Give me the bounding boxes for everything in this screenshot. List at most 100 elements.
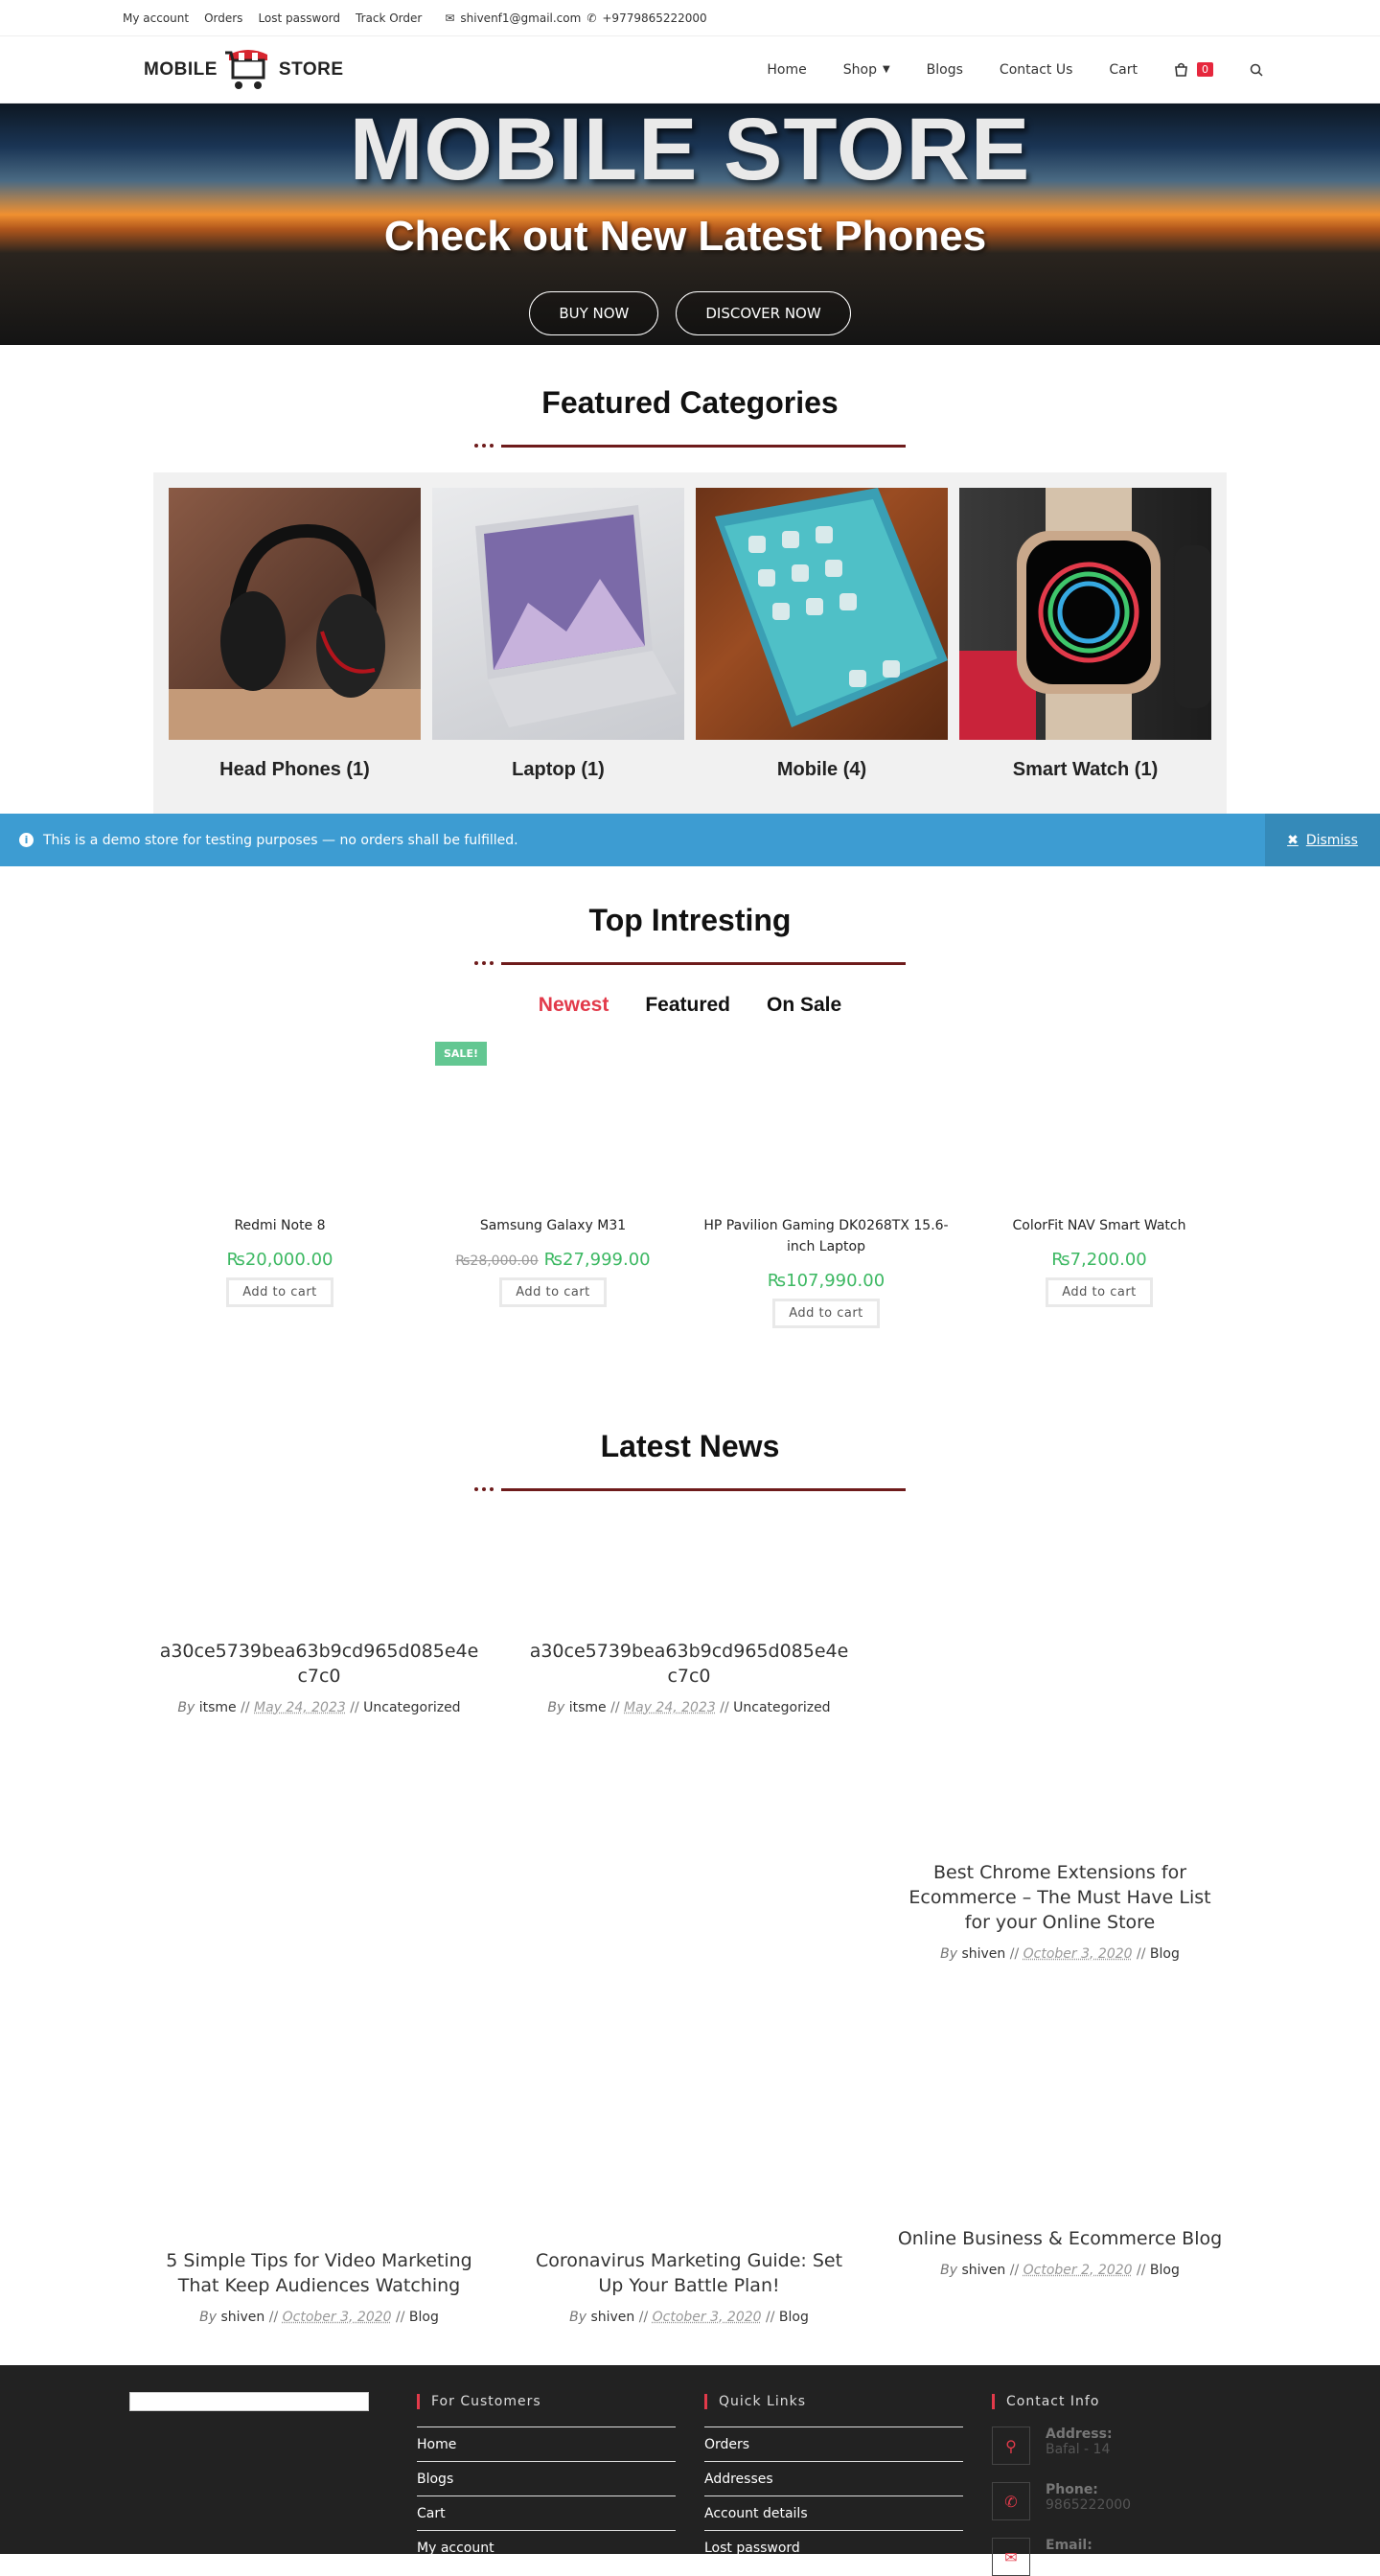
tab-featured[interactable]: Featured	[645, 994, 730, 1017]
post-meta: By shiven // October 3, 2020 // Blog	[199, 2310, 439, 2325]
nav-cart[interactable]: Cart	[1109, 62, 1138, 78]
product-card: Samsung Galaxy M31 ₨28,000.00 ₨27,999.00 …	[428, 1215, 678, 1307]
discover-now-button[interactable]: DISCOVER NOW	[676, 291, 851, 335]
post-category[interactable]: Blog	[779, 2310, 809, 2325]
category-label[interactable]: Laptop (1)	[432, 759, 684, 781]
topbar-track-order-link[interactable]: Track Order	[356, 12, 422, 25]
cart-count-badge: 0	[1197, 62, 1213, 77]
post-author[interactable]: shiven	[220, 2310, 264, 2325]
price-current: ₨27,999.00	[543, 1250, 651, 1270]
footer-link-lost-password[interactable]: Lost password	[704, 2530, 963, 2564]
topbar-phone-link[interactable]: +9779865222000	[602, 12, 706, 25]
blog-post-card: Coronavirus Marketing Guide: Set Up Your…	[526, 2248, 852, 2325]
nav-blogs[interactable]: Blogs	[927, 62, 963, 78]
post-date[interactable]: October 2, 2020	[1024, 2263, 1133, 2278]
topbar-my-account-link[interactable]: My account	[123, 12, 189, 25]
post-author[interactable]: shiven	[961, 2263, 1005, 2278]
map-pin-icon: ⚲	[992, 2426, 1030, 2465]
nav-contact-us[interactable]: Contact Us	[1000, 62, 1072, 78]
site-logo[interactable]: MOBILE STORE	[144, 47, 344, 93]
blog-post-card: a30ce5739bea63b9cd965d085e4ec7c0 By itsm…	[156, 1639, 482, 1715]
category-card-mobile[interactable]: Mobile (4)	[696, 488, 948, 814]
sale-badge: SALE!	[435, 1042, 487, 1066]
smart-watch-image[interactable]	[959, 488, 1211, 740]
footer-link-cart[interactable]: Cart	[417, 2496, 676, 2530]
topbar-orders-link[interactable]: Orders	[204, 12, 242, 25]
logo-text-left: MOBILE	[144, 58, 218, 80]
price-current: ₨107,990.00	[767, 1271, 886, 1291]
category-card-head-phones[interactable]: Head Phones (1)	[169, 488, 421, 814]
post-author[interactable]: itsme	[199, 1700, 237, 1715]
product-name[interactable]: Samsung Galaxy M31	[428, 1215, 678, 1236]
post-title[interactable]: Online Business & Ecommerce Blog	[897, 2226, 1223, 2251]
post-title[interactable]: a30ce5739bea63b9cd965d085e4ec7c0	[526, 1639, 852, 1689]
dismiss-notice-button[interactable]: ✖ Dismiss	[1265, 814, 1380, 866]
post-date[interactable]: October 3, 2020	[283, 2310, 392, 2325]
nav-shop[interactable]: Shop ▼	[843, 62, 890, 78]
post-category[interactable]: Uncategorized	[363, 1700, 460, 1715]
buy-now-button[interactable]: BUY NOW	[529, 291, 659, 335]
mobile-image[interactable]	[696, 488, 948, 740]
envelope-icon: ✉	[445, 11, 455, 25]
footer-link-account-details[interactable]: Account details	[704, 2496, 963, 2530]
post-category[interactable]: Blog	[1150, 1946, 1180, 1962]
nav-cart-icon-button[interactable]: 0	[1174, 62, 1213, 77]
topbar-contact: ✉ shivenf1@gmail.com ✆ +9779865222000	[445, 12, 706, 25]
topbar-lost-password-link[interactable]: Lost password	[258, 12, 340, 25]
phone-value[interactable]: 9865222000	[1046, 2497, 1131, 2513]
post-category[interactable]: Blog	[1150, 2263, 1180, 2278]
footer-link-my-account[interactable]: My account	[417, 2530, 676, 2564]
add-to-cart-button[interactable]: Add to cart	[772, 1299, 880, 1328]
post-date[interactable]: October 3, 2020	[1024, 1946, 1133, 1962]
demo-store-notice: i This is a demo store for testing purpo…	[0, 814, 1380, 866]
product-name[interactable]: HP Pavilion Gaming DK0268TX 15.6-inch La…	[702, 1215, 951, 1257]
post-date[interactable]: October 3, 2020	[653, 2310, 762, 2325]
category-label[interactable]: Head Phones (1)	[169, 759, 421, 781]
post-author[interactable]: itsme	[569, 1700, 607, 1715]
post-title[interactable]: a30ce5739bea63b9cd965d085e4ec7c0	[156, 1639, 482, 1689]
footer-link-blogs[interactable]: Blogs	[417, 2461, 676, 2496]
add-to-cart-button[interactable]: Add to cart	[226, 1277, 334, 1307]
post-author[interactable]: shiven	[590, 2310, 634, 2325]
footer-logo-placeholder	[129, 2392, 369, 2411]
post-date[interactable]: May 24, 2023	[624, 1700, 716, 1715]
search-button[interactable]	[1250, 63, 1263, 77]
phone-label: Phone:	[1046, 2482, 1098, 2497]
post-category[interactable]: Blog	[409, 2310, 439, 2325]
category-label[interactable]: Smart Watch (1)	[959, 759, 1211, 781]
add-to-cart-button[interactable]: Add to cart	[499, 1277, 607, 1307]
post-title[interactable]: Coronavirus Marketing Guide: Set Up Your…	[526, 2248, 852, 2298]
broken-image-icon	[129, 2392, 369, 2411]
product-card: HP Pavilion Gaming DK0268TX 15.6-inch La…	[702, 1215, 951, 1328]
post-category[interactable]: Uncategorized	[733, 1700, 830, 1715]
product-price: ₨20,000.00	[155, 1250, 404, 1270]
tab-newest[interactable]: Newest	[539, 994, 610, 1017]
laptop-image[interactable]	[432, 488, 684, 740]
footer-link-addresses[interactable]: Addresses	[704, 2461, 963, 2496]
post-date[interactable]: May 24, 2023	[254, 1700, 346, 1715]
address-label: Address:	[1046, 2426, 1113, 2442]
topbar-email-link[interactable]: shivenf1@gmail.com	[460, 12, 581, 25]
email-label: Email:	[1046, 2538, 1092, 2553]
nav-home[interactable]: Home	[767, 62, 806, 78]
footer-link-orders[interactable]: Orders	[704, 2426, 963, 2461]
product-name[interactable]: ColorFit NAV Smart Watch	[975, 1215, 1224, 1236]
footer-heading: Contact Info	[992, 2394, 1131, 2409]
post-meta: By shiven // October 2, 2020 // Blog	[940, 2263, 1180, 2278]
product-price: ₨7,200.00	[975, 1250, 1224, 1270]
envelope-icon: ✉	[992, 2538, 1030, 2576]
logo-text-right: STORE	[278, 58, 344, 80]
tab-on-sale[interactable]: On Sale	[767, 994, 841, 1017]
category-card-laptop[interactable]: Laptop (1)	[432, 488, 684, 814]
footer-link-home[interactable]: Home	[417, 2426, 676, 2461]
post-author[interactable]: shiven	[961, 1946, 1005, 1962]
headphones-image[interactable]	[169, 488, 421, 740]
add-to-cart-button[interactable]: Add to cart	[1046, 1277, 1153, 1307]
category-label[interactable]: Mobile (4)	[696, 759, 948, 781]
post-title[interactable]: 5 Simple Tips for Video Marketing That K…	[156, 2248, 482, 2298]
category-card-smart-watch[interactable]: Smart Watch (1)	[959, 488, 1211, 814]
top-bar: My account Orders Lost password Track Or…	[0, 0, 1380, 36]
product-name[interactable]: Redmi Note 8	[155, 1215, 404, 1236]
blog-post-card: Best Chrome Extensions for Ecommerce – T…	[897, 1860, 1223, 1962]
post-title[interactable]: Best Chrome Extensions for Ecommerce – T…	[897, 1860, 1223, 1935]
